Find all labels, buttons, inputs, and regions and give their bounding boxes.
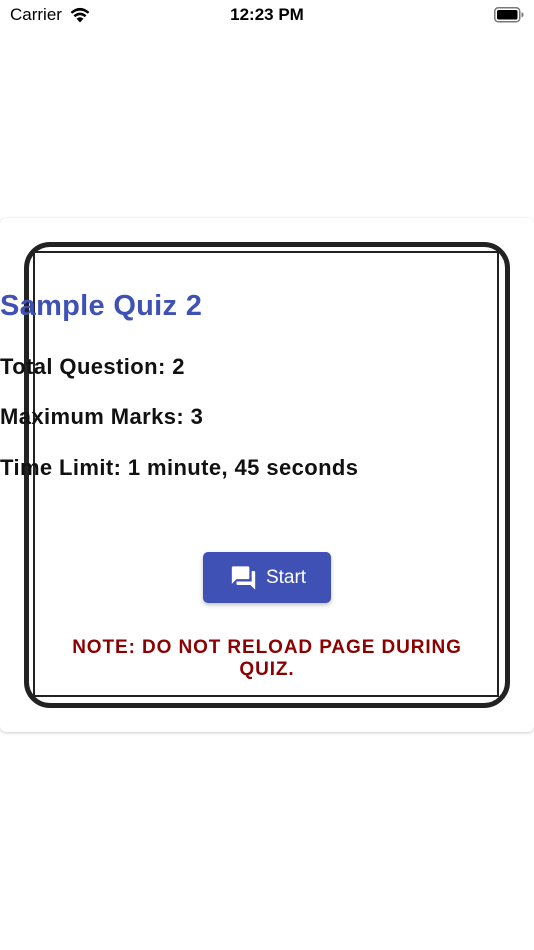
maximum-marks: Maximum Marks: 3 [0,404,204,429]
reload-warning-note: NOTE: DO NOT RELOAD PAGE DURING QUIZ. [72,637,462,680]
chat-bubbles-icon [231,565,256,590]
start-button[interactable]: Start [203,552,331,603]
time-limit: Time Limit: 1 minute, 45 seconds [0,455,359,480]
quiz-card: Sample Quiz 2 Total Question: 2 Maximum … [0,218,534,732]
total-questions: Total Question: 2 [0,354,185,379]
start-button-label: Start [265,566,307,588]
status-time: 12:23 PM [230,5,304,24]
status-bar: Carrier 12:23 PM [0,0,534,32]
battery-icon [494,7,524,23]
quiz-title: Sample Quiz 2 [0,290,203,322]
